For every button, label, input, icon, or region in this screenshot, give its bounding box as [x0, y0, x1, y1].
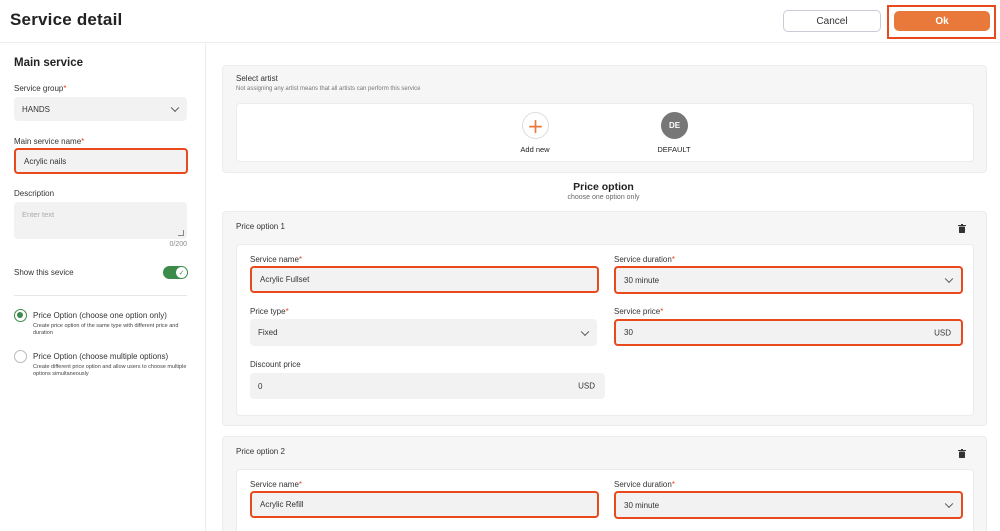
price-option-card-1: Price option 1 Service name* Acrylic Ful…: [222, 211, 987, 426]
radio-single-option-title: Price Option (choose one option only): [33, 311, 167, 320]
select-artist-subtitle: Not assigning any artist means that all …: [236, 86, 421, 92]
price-option-subheading: choose one option only: [567, 194, 640, 201]
service-name-input[interactable]: Acrylic Fullset: [250, 266, 599, 293]
trash-icon[interactable]: [958, 224, 966, 233]
currency-suffix: USD: [578, 381, 595, 391]
plus-icon: +: [527, 113, 544, 138]
check-icon: ✓: [176, 267, 187, 278]
main-service-title: Main service: [14, 57, 84, 69]
artist-list: + Add new DE DEFAULT: [236, 103, 974, 162]
price-type-label: Price type*: [250, 307, 289, 316]
description-counter: 0/200: [169, 241, 187, 248]
service-group-select[interactable]: HANDS: [14, 97, 187, 121]
service-price-label: Service price*: [614, 307, 664, 316]
chevron-down-icon: [580, 327, 590, 336]
service-name-label: Service name*: [250, 255, 303, 264]
discount-price-label: Discount price: [250, 360, 301, 369]
price-option-body: Service name* Acrylic Refill Service dur…: [236, 469, 974, 531]
radio-single-option[interactable]: [14, 309, 27, 322]
service-group-label: Service group*: [14, 84, 67, 93]
radio-multiple-option-title: Price Option (choose multiple options): [33, 352, 169, 361]
description-textarea[interactable]: Enter text: [14, 202, 187, 239]
cancel-button[interactable]: Cancel: [783, 10, 881, 32]
service-name-input[interactable]: Acrylic Refill: [250, 491, 599, 518]
description-label: Description: [14, 189, 55, 198]
add-new-label: Add new: [520, 145, 550, 154]
header-bar: Service detail Cancel Ok: [0, 0, 1000, 43]
price-option-body: Service name* Acrylic Fullset Service du…: [236, 244, 974, 416]
main-service-panel: Main service Service group* HANDS Main s…: [0, 44, 206, 531]
avatar[interactable]: DE: [661, 112, 688, 139]
main-service-name-input[interactable]: Acrylic nails: [14, 148, 188, 174]
select-artist-title: Select artist: [236, 74, 278, 83]
select-artist-card: Select artist Not assigning any artist m…: [222, 65, 987, 173]
artist-name: DEFAULT: [657, 145, 691, 154]
show-service-toggle[interactable]: ✓: [163, 266, 188, 279]
price-type-select[interactable]: Fixed: [250, 319, 597, 346]
service-duration-label: Service duration*: [614, 255, 675, 264]
page-title: Service detail: [10, 10, 123, 29]
show-service-label: Show this sevice: [14, 268, 74, 277]
add-artist-button[interactable]: +: [522, 112, 549, 139]
radio-single-option-desc: Create price option of the same type wit…: [33, 323, 179, 336]
service-duration-label: Service duration*: [614, 480, 675, 489]
chevron-down-icon: [170, 103, 180, 113]
discount-price-input[interactable]: 0 USD: [250, 373, 605, 399]
price-option-heading: Price option: [573, 181, 634, 193]
price-option-title: Price option 2: [236, 447, 285, 456]
trash-icon[interactable]: [958, 449, 966, 458]
price-option-title: Price option 1: [236, 222, 285, 231]
currency-suffix: USD: [934, 328, 951, 337]
service-duration-select[interactable]: 30 minute: [614, 491, 963, 519]
price-option-card-2: Price option 2 Service name* Acrylic Ref…: [222, 436, 987, 531]
main-service-name-label: Main service name*: [14, 137, 85, 146]
radio-multiple-option[interactable]: [14, 350, 27, 363]
ok-button[interactable]: Ok: [894, 11, 990, 31]
service-duration-select[interactable]: 30 minute: [614, 266, 963, 294]
service-price-input[interactable]: 30 USD: [614, 319, 963, 346]
service-name-label: Service name*: [250, 480, 303, 489]
chevron-down-icon: [944, 274, 954, 284]
divider: [14, 295, 187, 296]
radio-multiple-option-desc: Create different price option and allow …: [33, 364, 187, 377]
resize-handle-icon[interactable]: [178, 230, 184, 236]
chevron-down-icon: [944, 499, 954, 509]
